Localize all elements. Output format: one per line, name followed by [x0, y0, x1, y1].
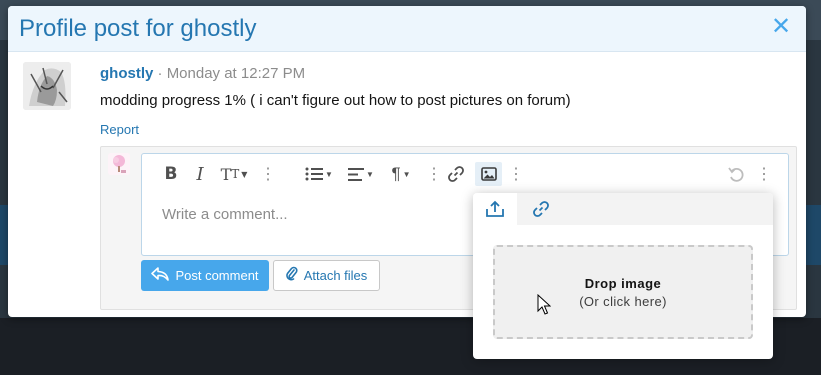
meta-separator: · [157, 65, 163, 82]
paragraph-icon[interactable]: ¶ ▼ [386, 162, 416, 186]
current-user-avatar [108, 153, 130, 175]
list-icon[interactable]: ▼ [302, 162, 336, 186]
align-icon[interactable]: ▼ [344, 162, 378, 186]
attach-files-label: Attach files [303, 268, 368, 283]
post-message: modding progress 1% ( i can't figure out… [100, 92, 571, 109]
post-comment-label: Post comment [175, 268, 259, 283]
link-icon[interactable] [519, 193, 563, 225]
text-size-icon[interactable]: T T ▼ [216, 162, 252, 186]
image-icon[interactable] [475, 162, 502, 186]
report-link[interactable]: Report [100, 122, 139, 137]
undo-icon[interactable] [724, 162, 748, 186]
author-name[interactable]: ghostly [100, 65, 153, 82]
attach-files-button[interactable]: Attach files [273, 260, 380, 291]
modal-header: Profile post for ghostly ✕ [8, 6, 806, 52]
mouse-cursor-icon [537, 293, 552, 321]
insert-image-popup: Drop image (Or click here) [473, 193, 773, 359]
more-options-icon[interactable]: ⋮ [426, 162, 442, 186]
upload-icon[interactable] [473, 193, 517, 225]
post-meta: ghostly · Monday at 12:27 PM [100, 65, 305, 82]
popup-tabs [473, 193, 773, 225]
modal-title: Profile post for ghostly [19, 15, 257, 42]
editor-toolbar: B I T T ▼ ⋮ ▼ ▼ ¶ ▼ ⋮ ⋮ ⋮ [142, 154, 788, 194]
reply-icon [151, 267, 170, 284]
post-timestamp[interactable]: Monday at 12:27 PM [167, 65, 305, 82]
paperclip-icon [285, 266, 298, 285]
image-dropzone[interactable]: Drop image (Or click here) [493, 245, 753, 339]
dropzone-title: Drop image [584, 275, 662, 291]
close-icon[interactable]: ✕ [770, 15, 792, 39]
more-options-icon[interactable]: ⋮ [260, 162, 276, 186]
post-comment-button[interactable]: Post comment [141, 260, 269, 291]
comment-input-placeholder[interactable]: Write a comment... [162, 206, 288, 223]
avatar[interactable] [23, 62, 71, 110]
italic-icon[interactable]: I [190, 162, 210, 186]
dropzone-subtitle: (Or click here) [579, 293, 667, 309]
more-options-icon[interactable]: ⋮ [756, 162, 772, 186]
bold-icon[interactable]: B [160, 162, 182, 186]
link-icon[interactable] [444, 162, 468, 186]
more-options-icon[interactable]: ⋮ [508, 162, 524, 186]
